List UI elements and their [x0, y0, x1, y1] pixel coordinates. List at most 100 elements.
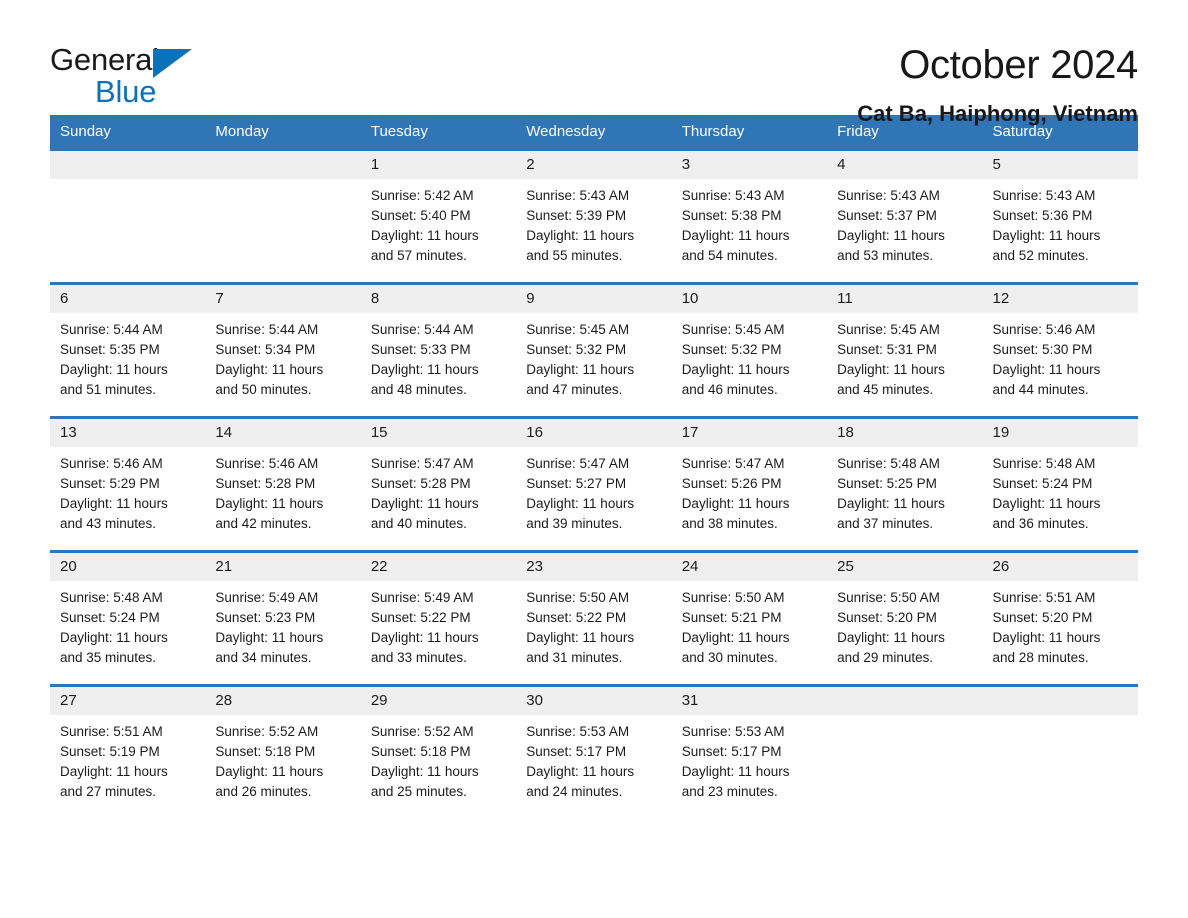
day-cell-inner: 18 Sunrise: 5:48 AM Sunset: 5:25 PM Dayli… [827, 419, 983, 550]
day-number-band: 27 [50, 687, 206, 715]
day-number: 6 [60, 290, 69, 307]
calendar-day-cell[interactable]: 26 Sunrise: 5:51 AM Sunset: 5:20 PM Dayli… [982, 550, 1138, 686]
day-number-band: 4 [827, 151, 983, 179]
calendar-day-cell-empty [982, 684, 1138, 818]
day-number: 18 [837, 424, 854, 441]
calendar-week-row: 13 Sunrise: 5:46 AM Sunset: 5:29 PM Dayli… [50, 416, 1138, 552]
day-cell-inner: 19 Sunrise: 5:48 AM Sunset: 5:24 PM Dayli… [982, 419, 1138, 550]
day-cell-inner: 21 Sunrise: 5:49 AM Sunset: 5:23 PM Dayli… [205, 553, 361, 684]
day-cell-inner [205, 151, 361, 282]
day-cell-inner: 17 Sunrise: 5:47 AM Sunset: 5:26 PM Dayli… [671, 419, 828, 550]
day-number-band: 25 [827, 553, 983, 581]
calendar-day-cell[interactable]: 15 Sunrise: 5:47 AM Sunset: 5:28 PM Dayli… [360, 416, 517, 552]
calendar-day-cell[interactable]: 19 Sunrise: 5:48 AM Sunset: 5:24 PM Dayli… [982, 416, 1138, 552]
sun-times-text: Sunrise: 5:46 AM Sunset: 5:30 PM Dayligh… [992, 322, 1101, 397]
calendar-day-cell[interactable]: 9 Sunrise: 5:45 AM Sunset: 5:32 PM Daylig… [516, 282, 672, 418]
day-number-band: 21 [205, 553, 361, 581]
logo-word-blue: Blue [95, 74, 157, 109]
day-number: 15 [370, 424, 388, 441]
general-blue-logo[interactable]: General Blue [50, 44, 200, 116]
calendar-day-cell[interactable]: 31 Sunrise: 5:53 AM Sunset: 5:17 PM Dayli… [671, 684, 828, 818]
day-cell-inner [50, 151, 206, 282]
day-number: 3 [681, 156, 691, 173]
weekday-header-sunday: Sunday [50, 115, 206, 150]
calendar-day-cell[interactable]: 13 Sunrise: 5:46 AM Sunset: 5:29 PM Dayli… [50, 416, 206, 552]
day-detail: Sunrise: 5:44 AM Sunset: 5:34 PM Dayligh… [205, 313, 360, 400]
calendar-day-cell[interactable]: 25 Sunrise: 5:50 AM Sunset: 5:20 PM Dayli… [827, 550, 983, 686]
day-number: 8 [370, 290, 380, 307]
calendar-day-cell[interactable]: 18 Sunrise: 5:48 AM Sunset: 5:25 PM Dayli… [827, 416, 983, 552]
calendar-day-cell[interactable]: 16 Sunrise: 5:47 AM Sunset: 5:27 PM Dayli… [516, 416, 672, 552]
calendar-day-cell[interactable]: 4 Sunrise: 5:43 AM Sunset: 5:37 PM Daylig… [827, 148, 983, 284]
day-number: 12 [992, 290, 1010, 307]
calendar-day-cell[interactable]: 20 Sunrise: 5:48 AM Sunset: 5:24 PM Dayli… [50, 550, 206, 686]
day-number-band: 22 [360, 553, 517, 581]
day-cell-inner: 28 Sunrise: 5:52 AM Sunset: 5:18 PM Dayli… [205, 687, 361, 818]
calendar-day-cell[interactable]: 12 Sunrise: 5:46 AM Sunset: 5:30 PM Dayli… [982, 282, 1138, 418]
day-cell-inner: 26 Sunrise: 5:51 AM Sunset: 5:20 PM Dayli… [982, 553, 1138, 684]
weekday-header-tuesday: Tuesday [360, 115, 517, 150]
sun-times-text: Sunrise: 5:45 AM Sunset: 5:32 PM Dayligh… [681, 322, 790, 397]
day-detail: Sunrise: 5:52 AM Sunset: 5:18 PM Dayligh… [205, 715, 360, 802]
calendar-day-cell-empty [827, 684, 983, 818]
sun-times-text: Sunrise: 5:50 AM Sunset: 5:21 PM Dayligh… [681, 590, 790, 665]
calendar-day-cell[interactable]: 22 Sunrise: 5:49 AM Sunset: 5:22 PM Dayli… [360, 550, 517, 686]
calendar-day-cell[interactable]: 14 Sunrise: 5:46 AM Sunset: 5:28 PM Dayli… [205, 416, 361, 552]
calendar-day-cell[interactable]: 1 Sunrise: 5:42 AM Sunset: 5:40 PM Daylig… [360, 148, 517, 284]
day-cell-inner: 16 Sunrise: 5:47 AM Sunset: 5:27 PM Dayli… [516, 419, 672, 550]
day-number-band: 15 [360, 419, 517, 447]
calendar-day-cell[interactable]: 29 Sunrise: 5:52 AM Sunset: 5:18 PM Dayli… [360, 684, 517, 818]
day-cell-inner: 3 Sunrise: 5:43 AM Sunset: 5:38 PM Daylig… [671, 151, 828, 282]
calendar-day-cell[interactable]: 11 Sunrise: 5:45 AM Sunset: 5:31 PM Dayli… [827, 282, 983, 418]
day-number-band: 11 [827, 285, 983, 313]
calendar-day-cell[interactable]: 2 Sunrise: 5:43 AM Sunset: 5:39 PM Daylig… [516, 148, 672, 284]
day-cell-inner: 22 Sunrise: 5:49 AM Sunset: 5:22 PM Dayli… [360, 553, 517, 684]
day-detail: Sunrise: 5:46 AM Sunset: 5:29 PM Dayligh… [50, 447, 205, 534]
day-detail: Sunrise: 5:48 AM Sunset: 5:24 PM Dayligh… [983, 447, 1138, 534]
calendar-day-cell[interactable]: 8 Sunrise: 5:44 AM Sunset: 5:33 PM Daylig… [360, 282, 517, 418]
day-detail: Sunrise: 5:48 AM Sunset: 5:25 PM Dayligh… [827, 447, 982, 534]
calendar-day-cell[interactable]: 7 Sunrise: 5:44 AM Sunset: 5:34 PM Daylig… [205, 282, 361, 418]
day-number: 19 [992, 424, 1010, 441]
day-detail: Sunrise: 5:53 AM Sunset: 5:17 PM Dayligh… [516, 715, 671, 802]
calendar-day-cell[interactable]: 6 Sunrise: 5:44 AM Sunset: 5:35 PM Daylig… [50, 282, 206, 418]
day-detail: Sunrise: 5:44 AM Sunset: 5:35 PM Dayligh… [50, 313, 205, 400]
calendar-day-cell[interactable]: 17 Sunrise: 5:47 AM Sunset: 5:26 PM Dayli… [671, 416, 828, 552]
calendar-day-cell[interactable]: 24 Sunrise: 5:50 AM Sunset: 5:21 PM Dayli… [671, 550, 828, 686]
day-number-band [205, 151, 361, 179]
day-detail: Sunrise: 5:48 AM Sunset: 5:24 PM Dayligh… [50, 581, 205, 668]
day-detail: Sunrise: 5:43 AM Sunset: 5:36 PM Dayligh… [983, 179, 1138, 266]
day-number-band: 7 [205, 285, 361, 313]
calendar-day-cell[interactable]: 5 Sunrise: 5:43 AM Sunset: 5:36 PM Daylig… [982, 148, 1138, 284]
sun-times-text: Sunrise: 5:48 AM Sunset: 5:24 PM Dayligh… [60, 590, 168, 665]
day-number-band: 3 [671, 151, 828, 179]
day-number: 2 [526, 156, 535, 173]
day-detail: Sunrise: 5:51 AM Sunset: 5:19 PM Dayligh… [50, 715, 205, 802]
sun-times-text: Sunrise: 5:50 AM Sunset: 5:20 PM Dayligh… [837, 590, 945, 665]
day-number: 7 [215, 290, 224, 307]
calendar-day-cell[interactable]: 28 Sunrise: 5:52 AM Sunset: 5:18 PM Dayli… [205, 684, 361, 818]
day-detail: Sunrise: 5:49 AM Sunset: 5:23 PM Dayligh… [205, 581, 360, 668]
sun-times-text: Sunrise: 5:53 AM Sunset: 5:17 PM Dayligh… [526, 724, 635, 799]
day-cell-inner: 10 Sunrise: 5:45 AM Sunset: 5:32 PM Dayli… [671, 285, 828, 416]
day-number: 17 [681, 424, 699, 441]
calendar-day-cell[interactable]: 23 Sunrise: 5:50 AM Sunset: 5:22 PM Dayli… [516, 550, 672, 686]
calendar-week-row: 1 Sunrise: 5:42 AM Sunset: 5:40 PM Daylig… [50, 148, 1138, 284]
day-number-band: 17 [671, 419, 828, 447]
calendar-day-cell[interactable]: 10 Sunrise: 5:45 AM Sunset: 5:32 PM Dayli… [671, 282, 828, 418]
sun-times-text: Sunrise: 5:47 AM Sunset: 5:28 PM Dayligh… [370, 456, 479, 531]
day-number: 29 [370, 692, 388, 709]
calendar-day-cell[interactable]: 27 Sunrise: 5:51 AM Sunset: 5:19 PM Dayli… [50, 684, 206, 818]
day-number-band: 31 [671, 687, 828, 715]
sun-times-text: Sunrise: 5:53 AM Sunset: 5:17 PM Dayligh… [681, 724, 790, 799]
weekday-header-thursday: Thursday [671, 115, 828, 150]
day-number-band: 26 [982, 553, 1138, 581]
calendar-day-cell-empty [50, 148, 206, 284]
calendar-day-cell[interactable]: 3 Sunrise: 5:43 AM Sunset: 5:38 PM Daylig… [671, 148, 828, 284]
calendar-day-cell[interactable]: 30 Sunrise: 5:53 AM Sunset: 5:17 PM Dayli… [516, 684, 672, 818]
weekday-header-wednesday: Wednesday [516, 115, 672, 150]
day-detail [50, 179, 205, 186]
calendar-day-cell[interactable]: 21 Sunrise: 5:49 AM Sunset: 5:23 PM Dayli… [205, 550, 361, 686]
day-number: 14 [215, 424, 233, 441]
day-number: 30 [526, 692, 543, 709]
